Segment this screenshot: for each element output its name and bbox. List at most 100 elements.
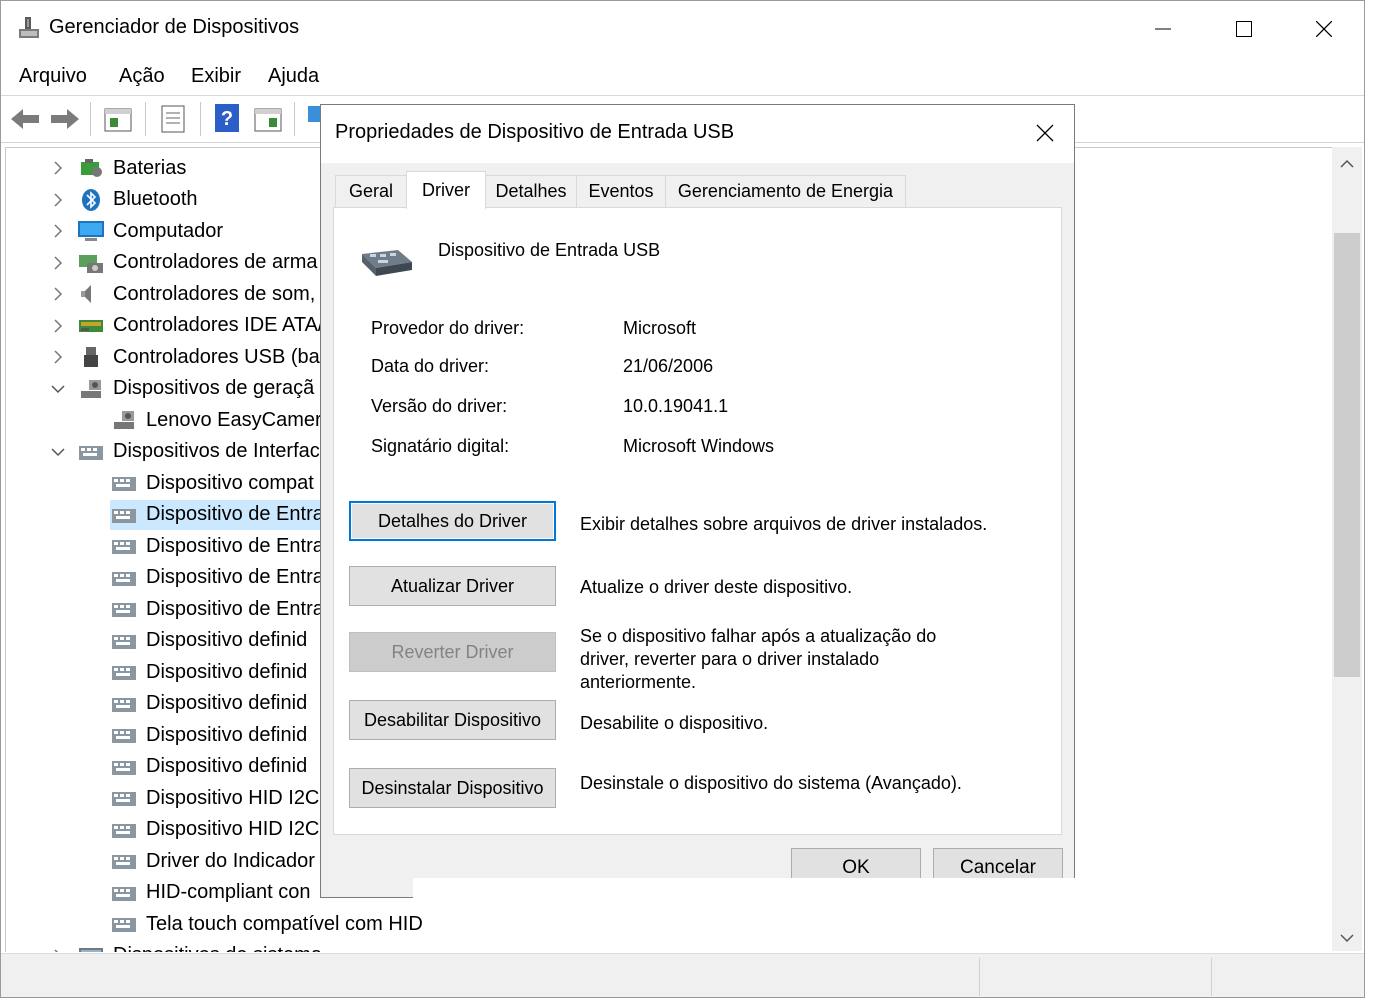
- tab-eventos[interactable]: Eventos: [576, 175, 666, 207]
- tree-device[interactable]: Dispositivo compat: [110, 468, 314, 498]
- chevron-right-icon[interactable]: [51, 221, 63, 241]
- tree-device[interactable]: HID-compliant con: [110, 878, 311, 908]
- tree-category[interactable]: Dispositivos de geraçã: [77, 374, 314, 404]
- tree-label: Dispositivo definid: [146, 692, 308, 714]
- tree-label: Dispositivo compat: [146, 471, 314, 494]
- minimize-button[interactable]: [1123, 1, 1203, 57]
- tree-device[interactable]: Driver do Indicador: [110, 846, 315, 876]
- tree-category[interactable]: Dispositivos de Interfac: [77, 437, 320, 467]
- tab-gerenciamento-energia[interactable]: Gerenciamento de Energia: [665, 175, 906, 207]
- driver-details-desc: Exibir detalhes sobre arquivos de driver…: [580, 514, 988, 534]
- tree-device[interactable]: Dispositivo HID I2C: [110, 783, 319, 813]
- scroll-up-icon[interactable]: [1340, 159, 1354, 169]
- hid-icon: [79, 445, 103, 460]
- tab-detalhes[interactable]: Detalhes: [485, 175, 577, 207]
- tree-device[interactable]: Dispositivo definid: [110, 689, 307, 719]
- back-arrow-icon[interactable]: [9, 105, 41, 133]
- tree-label: Lenovo EasyCamera: [146, 408, 333, 431]
- tree-label: Dispositivo HID I2C: [146, 818, 320, 840]
- tree-device[interactable]: Tela touch compatível com HID: [110, 909, 423, 939]
- title-bar: Gerenciador de Dispositivos: [1, 1, 1364, 57]
- update-driver-desc: Atualize o driver deste dispositivo.: [580, 577, 853, 597]
- hid-icon: [112, 634, 136, 649]
- tree-label: Tela touch compatível com HID: [146, 912, 423, 935]
- close-button[interactable]: [1284, 1, 1364, 57]
- tree-label: Controladores USB (ba: [113, 345, 320, 368]
- tree-category[interactable]: Bluetooth: [77, 185, 198, 215]
- chevron-right-icon[interactable]: [51, 347, 63, 367]
- battery-icon: [81, 159, 102, 177]
- properties-dialog: Propriedades de Dispositivo de Entrada U…: [320, 104, 1075, 898]
- dialog-title: Propriedades de Dispositivo de Entrada U…: [335, 121, 735, 143]
- update-driver-button[interactable]: Atualizar Driver: [349, 566, 556, 606]
- background-strip: [413, 878, 1075, 900]
- hid-icon: [112, 823, 136, 838]
- tree-device[interactable]: Dispositivo de Entra: [110, 594, 324, 624]
- tree-label: HID-compliant con: [146, 881, 311, 903]
- tree-device[interactable]: Dispositivo HID I2C: [110, 815, 319, 845]
- hid-icon: [112, 666, 136, 680]
- tree-category[interactable]: Controladores de som,: [77, 279, 315, 309]
- help-icon[interactable]: ?: [214, 103, 240, 133]
- tree-category[interactable]: Controladores de arma: [77, 248, 318, 278]
- field-value-date: 21/06/2006: [623, 356, 714, 376]
- hid-icon: [112, 886, 136, 901]
- tree-device[interactable]: Dispositivo de Entra: [110, 563, 324, 593]
- bluetooth-icon: [82, 188, 100, 211]
- tree-device[interactable]: Dispositivo definid: [110, 657, 307, 687]
- chevron-right-icon[interactable]: [51, 284, 63, 304]
- dialog-close-button[interactable]: [1027, 115, 1063, 151]
- chevron-right-icon[interactable]: [51, 316, 63, 336]
- scrollbar-thumb[interactable]: [1334, 233, 1360, 677]
- tree-label: Controladores IDE ATA/: [113, 314, 324, 336]
- device-name: Dispositivo de Entrada USB: [438, 240, 661, 260]
- tree-category[interactable]: Baterias: [77, 153, 186, 183]
- menu-acao[interactable]: Ação: [119, 65, 165, 88]
- field-value-signer: Microsoft Windows: [623, 436, 775, 456]
- properties-view-icon[interactable]: [103, 106, 133, 134]
- hid-icon: [112, 792, 136, 806]
- tree-category[interactable]: Controladores IDE ATA/: [77, 311, 323, 341]
- update-view-icon[interactable]: [253, 106, 283, 134]
- close-icon: [1036, 124, 1054, 142]
- chevron-right-icon[interactable]: [51, 190, 63, 210]
- chevron-right-icon[interactable]: [51, 253, 63, 273]
- usb-input-device-icon: [362, 250, 412, 276]
- hid-icon: [112, 918, 136, 932]
- tree-device[interactable]: Dispositivo definid: [110, 752, 307, 782]
- tree-label: Driver do Indicador: [146, 849, 315, 872]
- tree-device[interactable]: Dispositivo de Entra: [110, 499, 328, 530]
- menu-arquivo[interactable]: Arquivo: [19, 65, 87, 88]
- tree-label: Dispositivo definid: [146, 755, 308, 777]
- hid-icon: [112, 855, 136, 869]
- tree-category[interactable]: Controladores USB (ba: [77, 342, 320, 372]
- tree-device[interactable]: Dispositivo definid: [110, 720, 307, 750]
- uninstall-device-desc: Desinstale o dispositivo do sistema (Ava…: [580, 773, 962, 793]
- chevron-down-icon[interactable]: [51, 442, 65, 462]
- tree-category[interactable]: Computador: [77, 216, 223, 246]
- hid-icon: [112, 571, 136, 586]
- chevron-right-icon[interactable]: [51, 946, 63, 952]
- forward-arrow-icon[interactable]: [49, 105, 81, 133]
- menu-exibir[interactable]: Exibir: [191, 65, 241, 88]
- uninstall-device-button[interactable]: Desinstalar Dispositivo: [349, 768, 556, 808]
- tree-label: Dispositivos de sistema: [113, 944, 322, 952]
- hid-icon: [112, 540, 136, 554]
- chevron-down-icon[interactable]: [51, 379, 65, 399]
- disable-device-button[interactable]: Desabilitar Dispositivo: [349, 700, 556, 740]
- tree-category[interactable]: Dispositivos de sistema: [77, 941, 322, 952]
- menu-ajuda[interactable]: Ajuda: [268, 65, 319, 88]
- document-list-icon[interactable]: [159, 104, 187, 134]
- maximize-button[interactable]: [1204, 1, 1284, 57]
- tab-geral[interactable]: Geral: [335, 175, 407, 207]
- tree-device[interactable]: Dispositivo de Entra: [110, 531, 324, 561]
- tree-device[interactable]: Dispositivo definid: [110, 626, 307, 656]
- hid-icon: [112, 508, 136, 523]
- chevron-right-icon[interactable]: [51, 158, 63, 178]
- tree-device[interactable]: Lenovo EasyCamera: [110, 405, 333, 435]
- driver-details-button[interactable]: Detalhes do Driver: [349, 501, 556, 541]
- tree-label: Dispositivo de Entra: [146, 566, 324, 588]
- scroll-down-icon[interactable]: [1340, 933, 1354, 943]
- tree-label: Dispositivos de Interfac: [113, 440, 320, 462]
- tab-driver[interactable]: Driver: [406, 171, 486, 209]
